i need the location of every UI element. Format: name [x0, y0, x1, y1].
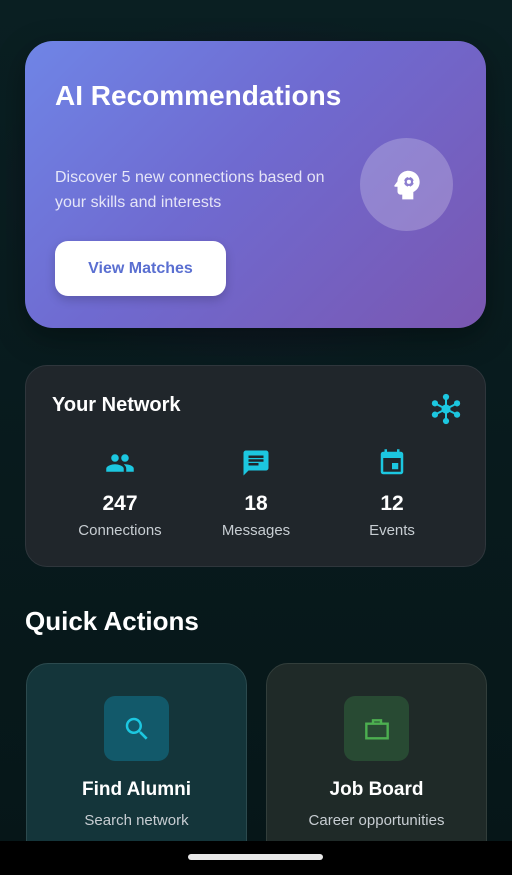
- find-alumni-label: Find Alumni: [81, 779, 192, 800]
- events-count: 12: [380, 492, 404, 515]
- psychology-brain-icon: [393, 170, 420, 199]
- brain-icon-container: [360, 138, 453, 231]
- home-indicator[interactable]: [188, 854, 323, 860]
- app-screen: AI Recommendations Discover 5 new connec…: [0, 0, 512, 875]
- calendar-icon: [380, 449, 404, 475]
- stat-connections[interactable]: 247 Connections: [50, 448, 190, 539]
- find-alumni-icon-box: [104, 696, 169, 761]
- hub-network-icon[interactable]: [429, 392, 463, 426]
- stat-messages[interactable]: 18 Messages: [186, 448, 326, 539]
- system-navigation-bar: [0, 841, 512, 875]
- quick-actions-title: Quick Actions: [25, 606, 199, 636]
- ai-recommendations-card[interactable]: AI Recommendations Discover 5 new connec…: [25, 41, 486, 328]
- connections-count: 247: [102, 492, 138, 515]
- ai-card-subtitle: Discover 5 new connections based on your…: [55, 169, 325, 211]
- connections-label: Connections: [78, 522, 162, 539]
- find-alumni-card[interactable]: Find Alumni Search network: [26, 663, 247, 865]
- ai-card-title: AI Recommendations: [55, 80, 342, 111]
- job-board-description: Career opportunities: [308, 812, 445, 829]
- stat-events[interactable]: 12 Events: [322, 448, 462, 539]
- people-icon: [106, 454, 134, 472]
- network-title: Your Network: [52, 394, 181, 416]
- job-board-icon-box: [344, 696, 409, 761]
- search-icon: [125, 717, 148, 740]
- events-label: Events: [369, 522, 415, 539]
- find-alumni-description: Search network: [84, 812, 189, 829]
- messages-label: Messages: [221, 522, 291, 539]
- briefcase-icon: [364, 718, 389, 740]
- job-board-label: Job Board: [329, 779, 424, 800]
- chat-icon: [243, 450, 269, 476]
- messages-count: 18: [244, 492, 268, 515]
- job-board-card[interactable]: Job Board Career opportunities: [266, 663, 487, 865]
- view-matches-button[interactable]: View Matches: [55, 241, 226, 296]
- your-network-card: Your Network 247 Connections 18 Messages…: [25, 365, 486, 567]
